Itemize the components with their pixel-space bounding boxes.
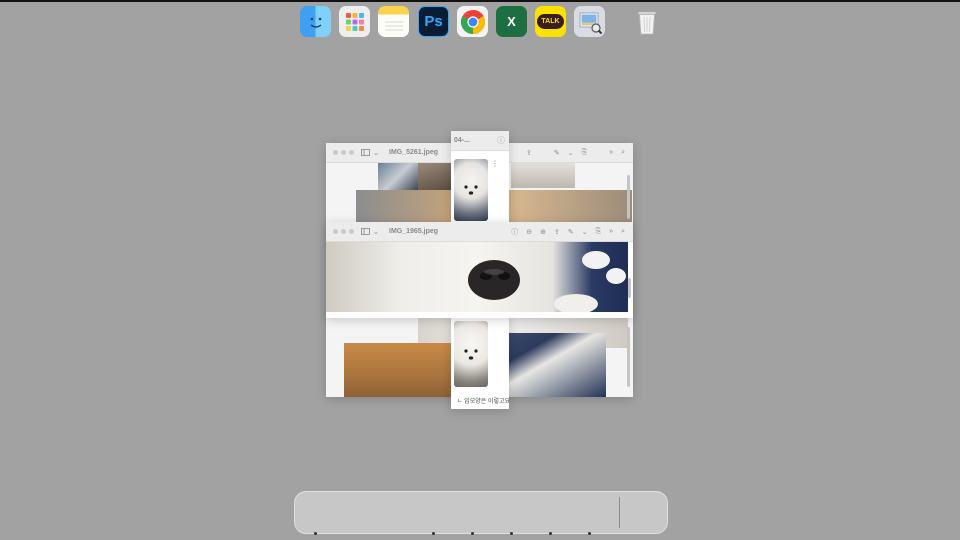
share-icon[interactable]: ⇪ [526,149,532,157]
more-icon[interactable]: » [609,228,613,235]
more-icon[interactable]: ⋮ [491,159,499,168]
chevron-down-icon[interactable]: ⌄ [582,228,588,236]
photo-fragment [378,163,418,190]
more-icon[interactable]: » [609,149,613,156]
message-caption: ㄴ 입모양은 이렇고요 [457,399,509,405]
kakaotalk-icon[interactable]: TALK [535,6,566,37]
running-indicator [471,532,474,535]
running-indicator [588,532,591,535]
search-icon[interactable]: ⌕ [621,149,625,157]
titlebar[interactable]: ⌄ IMG_1965.jpeg ⓘ ⊖ ⊕ ⇪ ✎ ⌄ ⎘ » ⌕ [326,222,633,242]
markup-icon[interactable]: ✎ [554,149,560,157]
running-indicator [314,532,317,535]
traffic-lights[interactable] [333,229,354,234]
zoom-button[interactable] [349,229,354,234]
finder-icon[interactable] [300,6,331,37]
kakaotalk-label: TALK [537,14,564,29]
scrollbar[interactable] [627,175,630,219]
rotate-icon[interactable]: ⎘ [596,228,602,236]
preview-window-img1965[interactable]: ⌄ IMG_1965.jpeg ⓘ ⊖ ⊕ ⇪ ✎ ⌄ ⎘ » ⌕ [326,222,633,318]
chrome-icon[interactable] [457,6,488,37]
zoom-in-icon[interactable]: ⊕ [540,228,546,236]
info-icon[interactable]: ⓘ [497,135,505,146]
titlebar[interactable]: 04-... ⓘ [451,131,509,151]
scrollbar[interactable] [628,278,631,298]
close-button[interactable] [333,150,338,155]
zoom-out-icon[interactable]: ⊖ [526,228,532,236]
close-button[interactable] [333,229,338,234]
minimize-button[interactable] [341,150,346,155]
chevron-down-icon[interactable]: ⌄ [371,227,381,237]
zoom-button[interactable] [349,150,354,155]
window-title: 04-... [454,137,470,144]
photoshop-icon[interactable]: Ps [418,6,449,37]
info-icon[interactable]: ⓘ [511,227,518,237]
traffic-lights[interactable] [333,150,354,155]
sidebar-icon[interactable] [360,148,370,158]
minimize-button[interactable] [341,229,346,234]
markup-icon[interactable]: ✎ [568,228,574,236]
running-indicator [510,532,513,535]
window-title: IMG_1965.jpeg [389,228,439,235]
photo-fragment [344,343,452,397]
photoshop-label: Ps [424,13,443,30]
dock-divider [619,497,620,528]
running-indicator [549,532,552,535]
trash-icon[interactable] [631,6,662,37]
preview-icon[interactable] [574,6,605,37]
rotate-icon[interactable]: ⎘ [582,149,588,157]
photo-fragment [418,163,452,190]
window-title: IMG_5261.jpeg [389,149,439,156]
photo-dog-closeup [326,242,628,312]
search-icon[interactable]: ⌕ [621,228,625,236]
excel-icon[interactable]: X [496,6,527,37]
photo-fragment [511,163,575,188]
running-indicator [432,532,435,535]
photo-dog-thumbnail [454,321,488,387]
chevron-down-icon[interactable]: ⌄ [371,148,381,158]
excel-label: X [507,14,516,29]
sidebar-icon[interactable] [360,227,370,237]
screen-top-edge [0,0,960,2]
photo-dog-thumbnail [454,159,488,221]
notes-icon[interactable] [378,6,409,37]
dock [294,491,668,534]
launchpad-icon[interactable] [339,6,370,37]
scrollbar[interactable] [627,327,630,387]
chevron-down-icon[interactable]: ⌄ [568,149,574,157]
share-icon[interactable]: ⇪ [554,228,560,236]
